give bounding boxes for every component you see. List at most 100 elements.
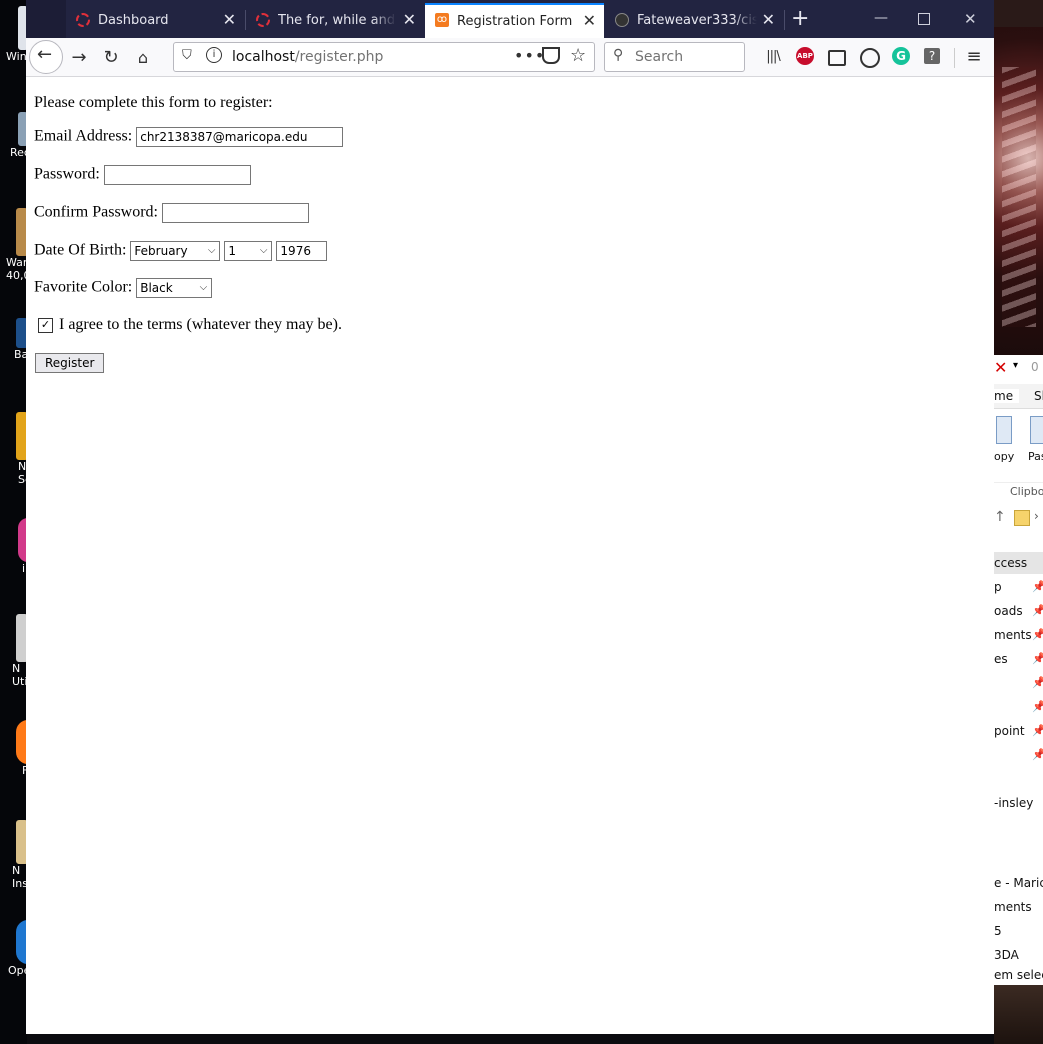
email-field[interactable]: chr2138387@maricopa.edu bbox=[136, 127, 344, 147]
confirm-password-label: Confirm Password: bbox=[34, 203, 158, 221]
desktop-icon-f[interactable]: F bbox=[2, 720, 27, 777]
close-window-icon[interactable]: ✕ bbox=[964, 10, 977, 28]
tab-separator bbox=[784, 10, 785, 30]
shield-icon[interactable]: ⛉ bbox=[182, 48, 192, 63]
register-button[interactable]: Register bbox=[35, 353, 105, 373]
pocket-icon[interactable] bbox=[542, 47, 560, 64]
navigation-toolbar: ← → ↻ ⌂ ⛉ i localhost/register.php ••• ☆… bbox=[26, 38, 994, 77]
favorite-color-select[interactable]: Black ⌵ bbox=[136, 278, 213, 298]
xampp-icon: ꝏ bbox=[435, 13, 449, 27]
pin-icon: 📌 bbox=[1032, 652, 1043, 665]
desktop-icon-win[interactable]: Win bbox=[2, 6, 27, 63]
up-arrow-icon[interactable]: ↑ bbox=[994, 509, 1006, 525]
nav-item[interactable]: 3DA bbox=[994, 948, 1019, 962]
library-icon[interactable]: |||\ bbox=[763, 47, 783, 67]
nav-item[interactable]: e - Marico bbox=[994, 876, 1043, 890]
browser-window: Dashboard ✕ The for, while and fore ✕ ꝏ … bbox=[26, 0, 994, 1034]
dropdown-arrow-icon[interactable]: ▾ bbox=[1013, 360, 1018, 371]
confirm-password-row: Confirm Password: bbox=[34, 203, 309, 223]
email-label: Email Address: bbox=[34, 127, 133, 145]
nav-item[interactable]: point bbox=[994, 724, 1025, 738]
dob-month-select[interactable]: February ⌵ bbox=[130, 241, 221, 261]
close-tab-icon[interactable]: ✕ bbox=[223, 10, 236, 29]
nav-item[interactable]: 5 bbox=[994, 924, 1002, 938]
ribbon-group-label: Clipbo bbox=[994, 482, 1043, 501]
tab-github[interactable]: Fateweaver333/cis166 ✕ bbox=[605, 4, 783, 37]
reader-sidebar-icon[interactable] bbox=[828, 50, 846, 66]
close-tab-icon[interactable]: ✕ bbox=[403, 10, 416, 29]
quick-access-header[interactable]: ccess bbox=[994, 552, 1043, 574]
adblock-plus-icon[interactable]: ABP bbox=[796, 47, 814, 65]
close-tab-icon[interactable]: ✕ bbox=[583, 11, 596, 30]
url-bar[interactable]: ⛉ i localhost/register.php ••• ☆ bbox=[173, 42, 595, 72]
password-label: Password: bbox=[34, 165, 100, 183]
chevron-down-icon: ⌵ bbox=[259, 245, 268, 256]
desktop-icon-nins[interactable]: N Ins bbox=[2, 820, 27, 890]
explorer-fragment: 0 bbox=[1031, 360, 1039, 374]
terms-row: ✓ I agree to the terms (whatever they may… bbox=[38, 316, 342, 334]
terms-checkbox[interactable]: ✓ bbox=[38, 317, 53, 333]
tab-title: Dashboard bbox=[98, 13, 169, 28]
wallpaper-bottom bbox=[994, 985, 1043, 1044]
ribbon-tab-share[interactable]: Sl bbox=[1034, 389, 1043, 403]
info-icon[interactable]: i bbox=[206, 47, 222, 63]
github-icon bbox=[615, 13, 629, 27]
password-field[interactable] bbox=[103, 165, 251, 185]
copy-icon[interactable] bbox=[996, 416, 1012, 444]
chevron-right-icon[interactable]: › bbox=[1034, 509, 1039, 523]
new-tab-plus-icon[interactable]: + bbox=[791, 6, 809, 31]
forward-arrow-icon[interactable]: → bbox=[66, 45, 92, 71]
nav-item[interactable]: es bbox=[994, 652, 1008, 666]
bookmark-star-icon[interactable]: ☆ bbox=[570, 45, 586, 66]
close-x-icon[interactable]: ✕ bbox=[994, 358, 1007, 377]
tab-dashboard[interactable]: Dashboard ✕ bbox=[66, 4, 244, 37]
close-tab-icon[interactable]: ✕ bbox=[762, 10, 775, 29]
desktop-icon-label: N Ins bbox=[12, 864, 27, 890]
dob-day-value: 1 bbox=[228, 244, 237, 258]
hamburger-menu-icon[interactable]: ≡ bbox=[964, 47, 984, 67]
nav-item[interactable]: p bbox=[994, 580, 1002, 594]
dob-day-select[interactable]: 1 ⌵ bbox=[224, 241, 273, 261]
pin-icon: 📌 bbox=[1032, 604, 1043, 617]
home-icon[interactable]: ⌂ bbox=[130, 45, 156, 71]
desktop-icon-label: Win bbox=[6, 50, 27, 63]
maximize-icon[interactable] bbox=[918, 13, 930, 25]
desktop-icon-ope[interactable]: Ope bbox=[2, 920, 27, 977]
page-actions-icon[interactable]: ••• bbox=[514, 46, 545, 65]
search-input[interactable]: Search bbox=[635, 49, 683, 65]
folder-icon bbox=[1014, 510, 1030, 526]
nav-item[interactable]: ments bbox=[994, 900, 1032, 914]
help-icon[interactable]: ? bbox=[924, 48, 940, 64]
ribbon-tab-home[interactable]: me bbox=[994, 389, 1020, 403]
search-bar[interactable]: ⚲ Search bbox=[604, 42, 745, 72]
account-icon[interactable] bbox=[860, 48, 880, 68]
dob-row: Date Of Birth: February ⌵ 1 ⌵ 1976 bbox=[34, 241, 328, 261]
nav-item[interactable]: oads bbox=[994, 604, 1023, 618]
url-path: /register.php bbox=[294, 49, 384, 65]
dob-year-field[interactable]: 1976 bbox=[276, 241, 328, 261]
search-icon: ⚲ bbox=[613, 47, 624, 63]
confirm-password-field[interactable] bbox=[162, 203, 309, 223]
desktop-icon-recycle[interactable]: Rec bbox=[2, 112, 27, 159]
desktop-background: Win Rec War 40,0 Ba N Se i N Uti F N Ins… bbox=[0, 0, 27, 1044]
nav-item[interactable]: -insley bbox=[994, 796, 1033, 810]
tab-registration-form[interactable]: ꝏ Registration Form ✕ bbox=[425, 3, 604, 40]
minimize-icon[interactable]: — bbox=[874, 10, 888, 26]
quick-access-label: ccess bbox=[994, 556, 1028, 570]
desktop-icon-i[interactable]: i bbox=[2, 518, 27, 575]
desktop-icon-ns[interactable]: N Se bbox=[2, 412, 27, 486]
pin-icon: 📌 bbox=[1032, 628, 1043, 641]
url-text: localhost/register.php bbox=[232, 49, 383, 65]
pin-icon: 📌 bbox=[1032, 676, 1043, 689]
desktop-icon-ba[interactable]: Ba bbox=[2, 318, 27, 361]
grammarly-icon[interactable]: G bbox=[892, 47, 910, 65]
back-button[interactable]: ← bbox=[29, 40, 63, 74]
reload-icon[interactable]: ↻ bbox=[98, 45, 124, 71]
desktop-icon-war[interactable]: War 40,0 bbox=[2, 208, 27, 282]
tab-for-while[interactable]: The for, while and fore ✕ bbox=[246, 4, 424, 37]
paste-icon[interactable] bbox=[1030, 416, 1043, 444]
nav-item[interactable]: ments bbox=[994, 628, 1032, 642]
desktop-icon-nuti[interactable]: N Uti bbox=[2, 614, 27, 688]
toolbar-separator bbox=[954, 48, 955, 68]
favorite-color-row: Favorite Color: Black ⌵ bbox=[34, 278, 213, 298]
